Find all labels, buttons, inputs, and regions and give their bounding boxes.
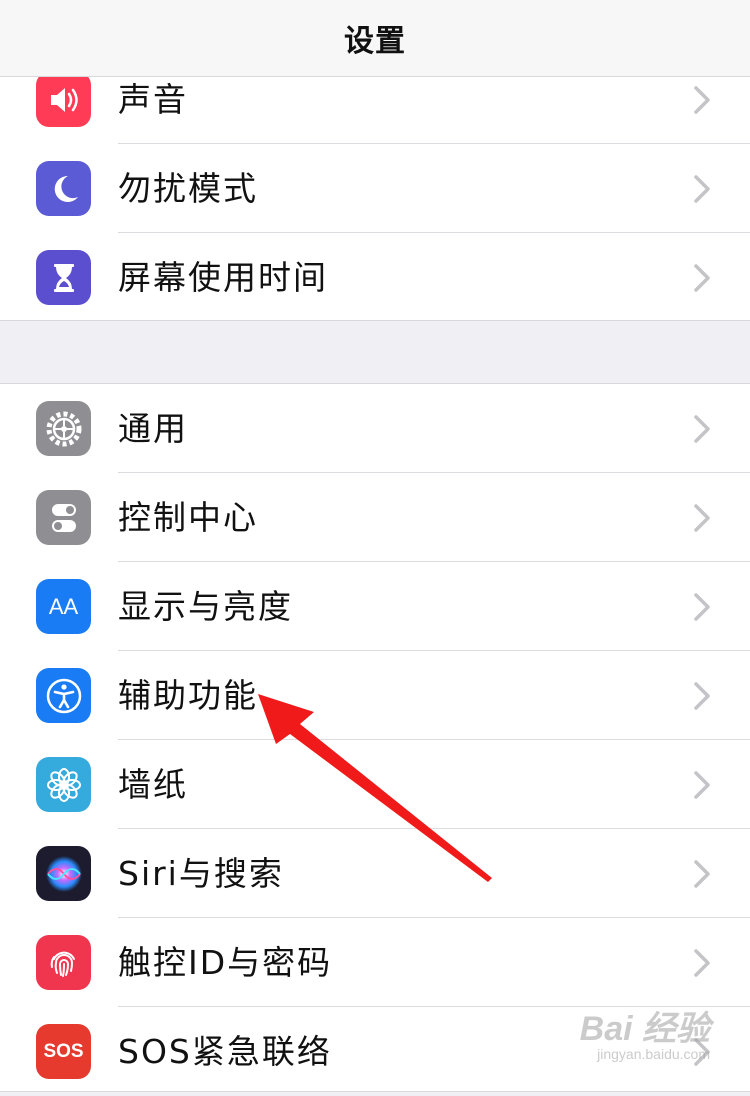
siri-icon xyxy=(36,846,91,901)
hourglass-icon xyxy=(36,250,91,305)
chevron-right-icon xyxy=(694,415,710,443)
settings-row-label: 墙纸 xyxy=(118,765,188,804)
sos-glyph: SOS xyxy=(43,1040,84,1062)
settings-group-1: 声音 勿扰模式 屏幕使用时间 xyxy=(0,54,750,321)
text-size-icon: AA xyxy=(36,579,91,634)
settings-row-label: 通用 xyxy=(118,409,188,448)
settings-row-label: SOS紧急联络 xyxy=(118,1032,332,1071)
flower-icon xyxy=(36,757,91,812)
chevron-right-icon xyxy=(694,593,710,621)
watermark-logo: Bai 经验 xyxy=(579,1010,710,1048)
page-title: 设置 xyxy=(344,24,406,59)
chevron-right-icon xyxy=(694,771,710,799)
chevron-right-icon xyxy=(694,682,710,710)
settings-group-2: 通用 控制中心 AA 显示与亮度 辅助功能 墙纸 Siri与搜索 触控ID与密码… xyxy=(0,383,750,1092)
settings-row-control-center[interactable]: 控制中心 xyxy=(0,473,750,562)
settings-row-label: 屏幕使用时间 xyxy=(118,258,328,297)
watermark: Bai 经验 jingyan.baidu.com xyxy=(580,1001,710,1062)
settings-row-label: 勿扰模式 xyxy=(118,169,258,208)
navigation-bar: 设置 xyxy=(0,0,750,77)
watermark-url: jingyan.baidu.com xyxy=(597,1046,710,1062)
chevron-right-icon xyxy=(694,504,710,532)
settings-row-screen-time[interactable]: 屏幕使用时间 xyxy=(0,233,750,322)
settings-row-label: 控制中心 xyxy=(118,498,258,537)
settings-row-do-not-disturb[interactable]: 勿扰模式 xyxy=(0,144,750,233)
gear-icon xyxy=(36,401,91,456)
settings-row-wallpaper[interactable]: 墙纸 xyxy=(0,740,750,829)
settings-row-accessibility[interactable]: 辅助功能 xyxy=(0,651,750,740)
settings-row-display-brightness[interactable]: AA 显示与亮度 xyxy=(0,562,750,651)
accessibility-icon xyxy=(36,668,91,723)
sos-icon: SOS xyxy=(36,1024,91,1079)
moon-icon xyxy=(36,161,91,216)
settings-row-siri-search[interactable]: Siri与搜索 xyxy=(0,829,750,918)
settings-row-label: 辅助功能 xyxy=(118,676,258,715)
chevron-right-icon xyxy=(694,949,710,977)
toggles-icon xyxy=(36,490,91,545)
settings-row-label: 触控ID与密码 xyxy=(118,943,333,982)
speaker-icon xyxy=(36,72,91,127)
settings-row-general[interactable]: 通用 xyxy=(0,384,750,473)
settings-row-label: 显示与亮度 xyxy=(118,587,293,626)
settings-row-touch-id-passcode[interactable]: 触控ID与密码 xyxy=(0,918,750,1007)
chevron-right-icon xyxy=(694,86,710,114)
chevron-right-icon xyxy=(694,175,710,203)
text-size-glyph: AA xyxy=(48,593,79,619)
settings-row-label: Siri与搜索 xyxy=(118,854,284,893)
chevron-right-icon xyxy=(694,264,710,292)
fingerprint-icon xyxy=(36,935,91,990)
chevron-right-icon xyxy=(694,860,710,888)
